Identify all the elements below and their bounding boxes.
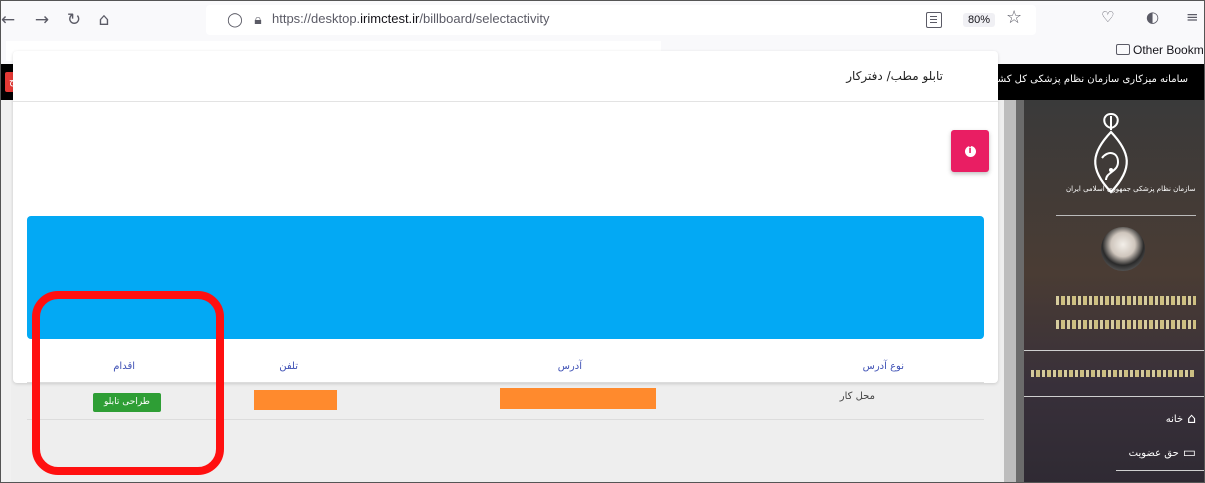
lock-icon[interactable]: 🔒︎ xyxy=(250,11,266,29)
org-name: سازمان نظام پزشکی جمهوری اسلامی ایران xyxy=(1066,185,1196,193)
header-address: آدرس xyxy=(557,361,582,372)
tracking-shield-icon[interactable]: ◯ xyxy=(226,11,244,29)
signature-scribble xyxy=(1056,320,1196,329)
other-bookmarks-label: Other Bookmark xyxy=(1133,43,1204,57)
highlight-annotation xyxy=(32,291,224,475)
url-text[interactable]: https://desktop.irimctest.ir/billboard/s… xyxy=(272,11,549,26)
sidebar-item-label: خانه xyxy=(1165,413,1184,425)
reload-icon[interactable]: ↻ xyxy=(63,9,85,31)
sidebar-item-membership[interactable]: ▭ حق عضویت xyxy=(1129,446,1196,460)
url-path: /billboard/selectactivity xyxy=(419,11,550,26)
browser-window: ← → ↻ ⌂ ◯ 🔒︎ https://desktop.irimctest.i… xyxy=(0,0,1205,483)
card-divider xyxy=(13,101,998,102)
signature-scribble xyxy=(1056,296,1196,305)
header-phone: تلفن xyxy=(279,361,298,372)
signature-scribble xyxy=(1031,370,1196,377)
page-scrollbar[interactable] xyxy=(1004,100,1016,482)
avatar xyxy=(1101,227,1145,271)
home-icon: ⌂ xyxy=(1187,411,1196,427)
sidebar: سازمان نظام پزشکی جمهوری اسلامی ایران ⌂ … xyxy=(1016,100,1204,482)
sidebar-rule xyxy=(1024,350,1204,351)
sidebar-rule xyxy=(1024,396,1204,397)
browser-toolbar: ← → ↻ ⌂ ◯ 🔒︎ https://desktop.irimctest.i… xyxy=(1,1,1204,39)
folder-icon xyxy=(1116,44,1130,55)
other-bookmarks-button[interactable]: Other Bookmark xyxy=(1116,43,1204,57)
url-prefix: https://desktop. xyxy=(272,11,361,26)
monitor-icon: ▭ xyxy=(1182,445,1196,461)
redacted-address xyxy=(500,388,656,409)
url-bar[interactable]: ◯ 🔒︎ https://desktop.irimctest.ir/billbo… xyxy=(206,5,1036,35)
sidebar-edge xyxy=(1016,100,1024,482)
reader-view-icon[interactable] xyxy=(926,12,942,28)
header-address-type: نوع آدرس xyxy=(862,361,904,372)
cell-address-type: محل کار xyxy=(839,391,875,402)
bookmark-star-icon[interactable]: ☆ xyxy=(1006,7,1022,28)
sidebar-item-label: حق عضویت xyxy=(1128,447,1179,459)
pocket-icon[interactable]: ♡ xyxy=(1101,8,1114,26)
back-arrow-icon[interactable]: ← xyxy=(1,9,19,31)
card-title: تابلو مطب/ دفترکار xyxy=(846,69,943,83)
sidebar-item-home[interactable]: ⌂ خانه xyxy=(1166,412,1196,426)
url-domain: irimctest.ir xyxy=(360,11,420,26)
menu-icon[interactable]: ≡ xyxy=(1186,8,1199,26)
extension-icon[interactable]: ◐ xyxy=(1146,8,1159,26)
info-icon: i xyxy=(951,130,989,172)
zoom-level[interactable]: 80% xyxy=(963,13,996,27)
sidebar-divider xyxy=(1056,215,1196,216)
app-title: سامانه میزکاری سازمان نظام پزشکی کل کشور xyxy=(987,74,1188,85)
sidebar-rule xyxy=(1116,470,1204,471)
redacted-phone xyxy=(254,390,337,410)
forward-arrow-icon[interactable]: → xyxy=(31,9,53,31)
home-icon[interactable]: ⌂ xyxy=(93,9,115,31)
